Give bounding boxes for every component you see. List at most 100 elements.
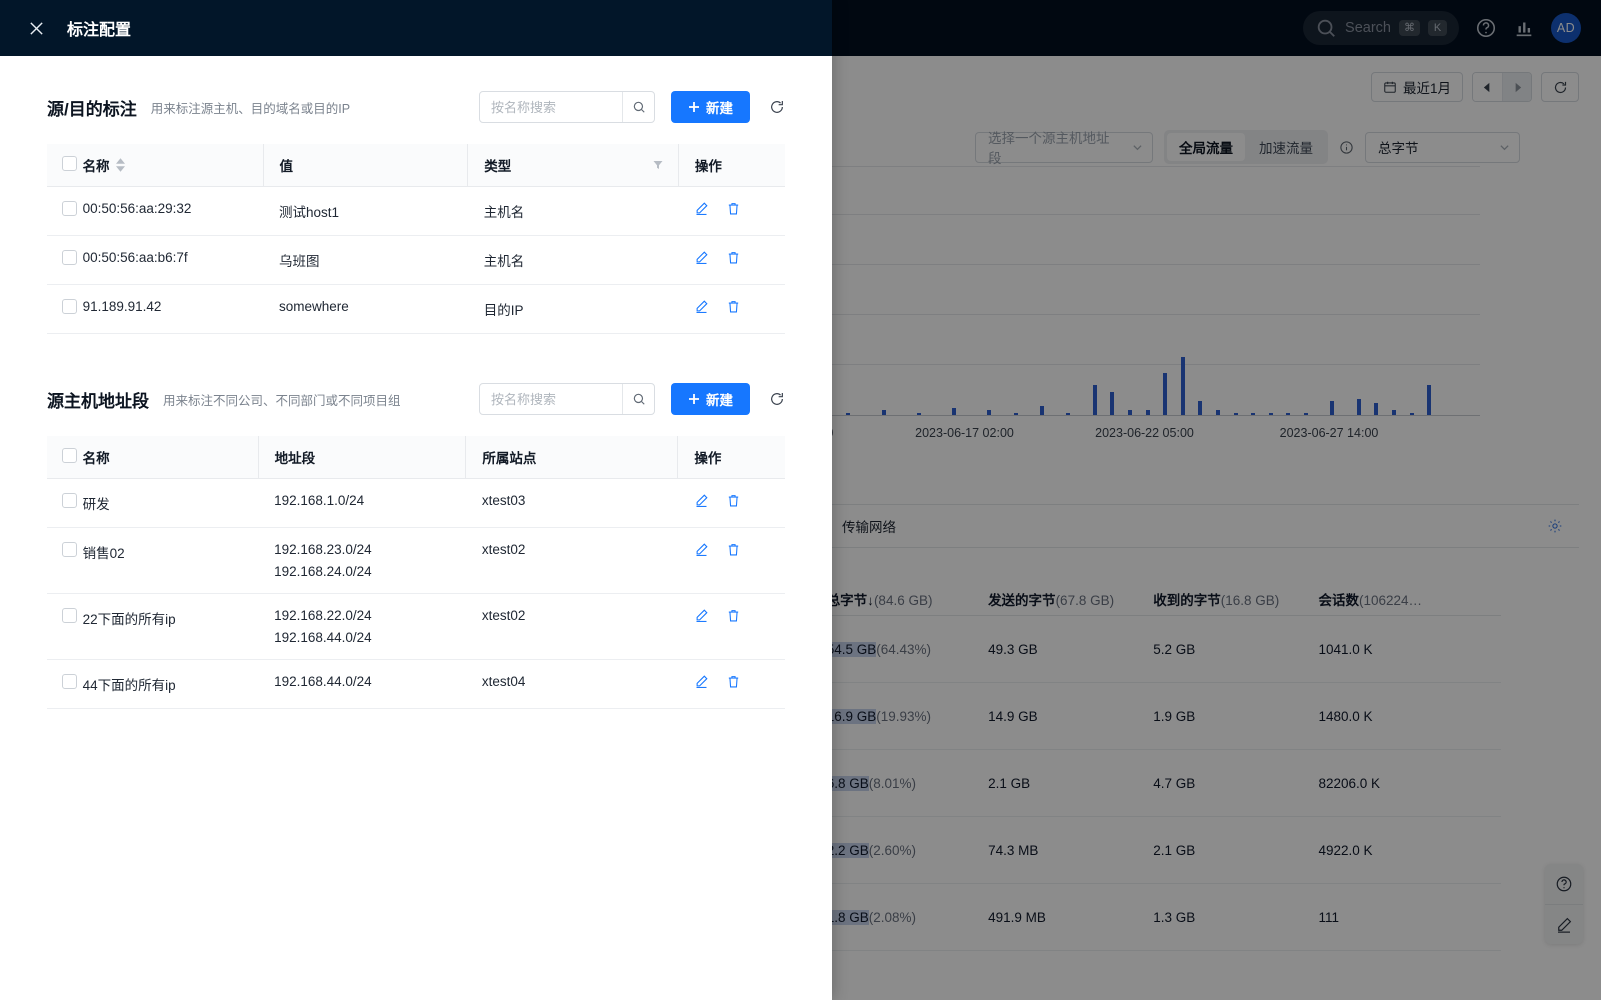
row-checkbox[interactable]: [62, 542, 77, 557]
create-new-button[interactable]: 新建: [671, 91, 750, 123]
delete-trash-icon[interactable]: [726, 674, 741, 689]
row-checkbox[interactable]: [62, 250, 77, 265]
delete-trash-icon[interactable]: [726, 250, 741, 265]
cell-name-wrap: 00:50:56:aa:29:32: [82, 186, 264, 236]
table-row[interactable]: 91.189.91.42 somewhere 目的IP: [47, 284, 785, 334]
column-header-label: 地址段: [274, 451, 316, 466]
edit-pencil-icon[interactable]: [694, 201, 709, 216]
column-header-value[interactable]: 值: [262, 144, 468, 187]
cell-value: 乌班图: [279, 254, 320, 269]
select-all-checkbox[interactable]: [62, 448, 77, 463]
table-row[interactable]: 44下面的所有ip 192.168.44.0/24 xtest04: [47, 659, 785, 709]
create-new-label: 新建: [706, 393, 733, 408]
create-new-button[interactable]: 新建: [671, 383, 750, 415]
create-new-label: 新建: [706, 101, 733, 116]
modal-backdrop[interactable]: [832, 0, 1601, 1000]
section-toolbar: 源主机地址段用来标注不同公司、不同部门或不同项目组 新建: [47, 382, 785, 416]
cell-type-wrap: xtest04: [465, 659, 678, 709]
select-all-checkbox[interactable]: [62, 156, 77, 171]
delete-trash-icon[interactable]: [726, 608, 741, 623]
row-select-cell: [47, 593, 83, 660]
cell-name: 44下面的所有ip: [82, 678, 176, 693]
column-header-actions: 操作: [677, 436, 785, 479]
drawer-header: 标注配置: [0, 0, 832, 56]
column-header-label: 类型: [484, 159, 512, 174]
cell-value-wrap: 192.168.44.0/24: [258, 659, 466, 709]
cell-actions: [678, 186, 785, 236]
cell-cidr: 192.168.22.0/24: [274, 608, 372, 623]
filter-funnel-icon[interactable]: [652, 159, 664, 171]
delete-trash-icon[interactable]: [726, 201, 741, 216]
column-header-name[interactable]: 名称: [82, 436, 259, 479]
select-all-cell: [47, 436, 83, 479]
search-input[interactable]: [480, 92, 622, 122]
table-row[interactable]: 00:50:56:aa:b6:7f 乌班图 主机名: [47, 235, 785, 285]
plus-icon: [689, 102, 699, 112]
section-refresh-button[interactable]: [769, 99, 785, 115]
edit-pencil-icon[interactable]: [694, 250, 709, 265]
cell-type-wrap: 主机名: [467, 235, 679, 285]
edit-pencil-icon[interactable]: [694, 299, 709, 314]
column-header-type[interactable]: 所属站点: [465, 436, 678, 479]
section-description: 用来标注不同公司、不同部门或不同项目组: [163, 393, 401, 408]
edit-pencil-icon[interactable]: [694, 493, 709, 508]
refresh-icon: [771, 101, 783, 113]
search-button[interactable]: [622, 92, 654, 122]
cell-type: 主机名: [483, 205, 525, 220]
delete-trash-icon[interactable]: [726, 542, 741, 557]
edit-pencil-icon[interactable]: [694, 542, 709, 557]
row-checkbox[interactable]: [62, 674, 77, 689]
cell-name: 研发: [82, 497, 110, 512]
close-icon[interactable]: [28, 20, 45, 37]
column-header-label: 操作: [694, 159, 722, 174]
column-header-type[interactable]: 类型: [467, 144, 679, 187]
column-header-label: 操作: [694, 451, 722, 466]
cell-site: xtest04: [481, 674, 526, 689]
edit-pencil-icon[interactable]: [694, 674, 709, 689]
cell-value-wrap: 乌班图: [263, 235, 468, 285]
section-description: 用来标注源主机、目的域名或目的IP: [150, 101, 351, 116]
refresh-icon: [771, 393, 783, 405]
row-checkbox[interactable]: [62, 608, 77, 623]
edit-pencil-icon[interactable]: [694, 608, 709, 623]
section-source-dest-labels: 源/目的标注用来标注源主机、目的域名或目的IP 新建名称 值 类型 操作 00:50:56…: [47, 90, 785, 334]
table-row[interactable]: 销售02 192.168.23.0/24 192.168.24.0/24 xtest0…: [47, 527, 785, 594]
cell-cidr: 192.168.24.0/24: [274, 564, 372, 579]
row-checkbox[interactable]: [62, 493, 77, 508]
section-refresh-button[interactable]: [769, 391, 785, 407]
search-input[interactable]: [480, 384, 622, 414]
column-header-name[interactable]: 名称: [82, 144, 264, 187]
cell-name-wrap: 44下面的所有ip: [82, 659, 259, 709]
cell-type-wrap: xtest02: [465, 527, 678, 594]
table-header-row: 名称 地址段 所属站点 操作: [47, 436, 785, 479]
plus-icon: [689, 394, 699, 404]
table-row[interactable]: 研发 192.168.1.0/24 xtest03: [47, 478, 785, 528]
cell-value: somewhere: [279, 299, 349, 314]
cell-actions: [677, 593, 785, 660]
cell-cidr: 192.168.44.0/24: [274, 630, 372, 645]
cell-name-wrap: 91.189.91.42: [82, 284, 264, 334]
delete-trash-icon[interactable]: [726, 299, 741, 314]
cell-name-wrap: 研发: [82, 478, 259, 528]
cell-name-wrap: 销售02: [82, 527, 259, 594]
search-field-group: [479, 383, 655, 415]
table-row[interactable]: 00:50:56:aa:29:32 测试host1 主机名: [47, 186, 785, 236]
row-checkbox[interactable]: [62, 299, 77, 314]
cell-name: 22下面的所有ip: [82, 612, 176, 627]
cell-type-wrap: 目的IP: [467, 284, 679, 334]
row-checkbox[interactable]: [62, 201, 77, 216]
table-header-row: 名称 值 类型 操作: [47, 144, 785, 187]
row-select-cell: [47, 659, 83, 709]
delete-trash-icon[interactable]: [726, 493, 741, 508]
table-row[interactable]: 22下面的所有ip 192.168.22.0/24 192.168.44.0/24 x…: [47, 593, 785, 660]
config-table: 名称 地址段 所属站点 操作 研发 192.168.1.0/24 xtest03 销售02 19…: [47, 436, 785, 709]
config-table: 名称值 类型 操作 00:50:56:aa:29:32 测试host1 主机名 00:50:…: [47, 144, 785, 334]
search-icon: [633, 101, 645, 113]
cell-site: xtest02: [481, 608, 526, 623]
row-select-cell: [47, 186, 83, 236]
select-all-cell: [47, 144, 83, 187]
column-header-value[interactable]: 地址段: [257, 436, 466, 479]
search-button[interactable]: [622, 384, 654, 414]
sort-toggle[interactable]: [115, 158, 125, 172]
row-select-cell: [47, 235, 83, 285]
